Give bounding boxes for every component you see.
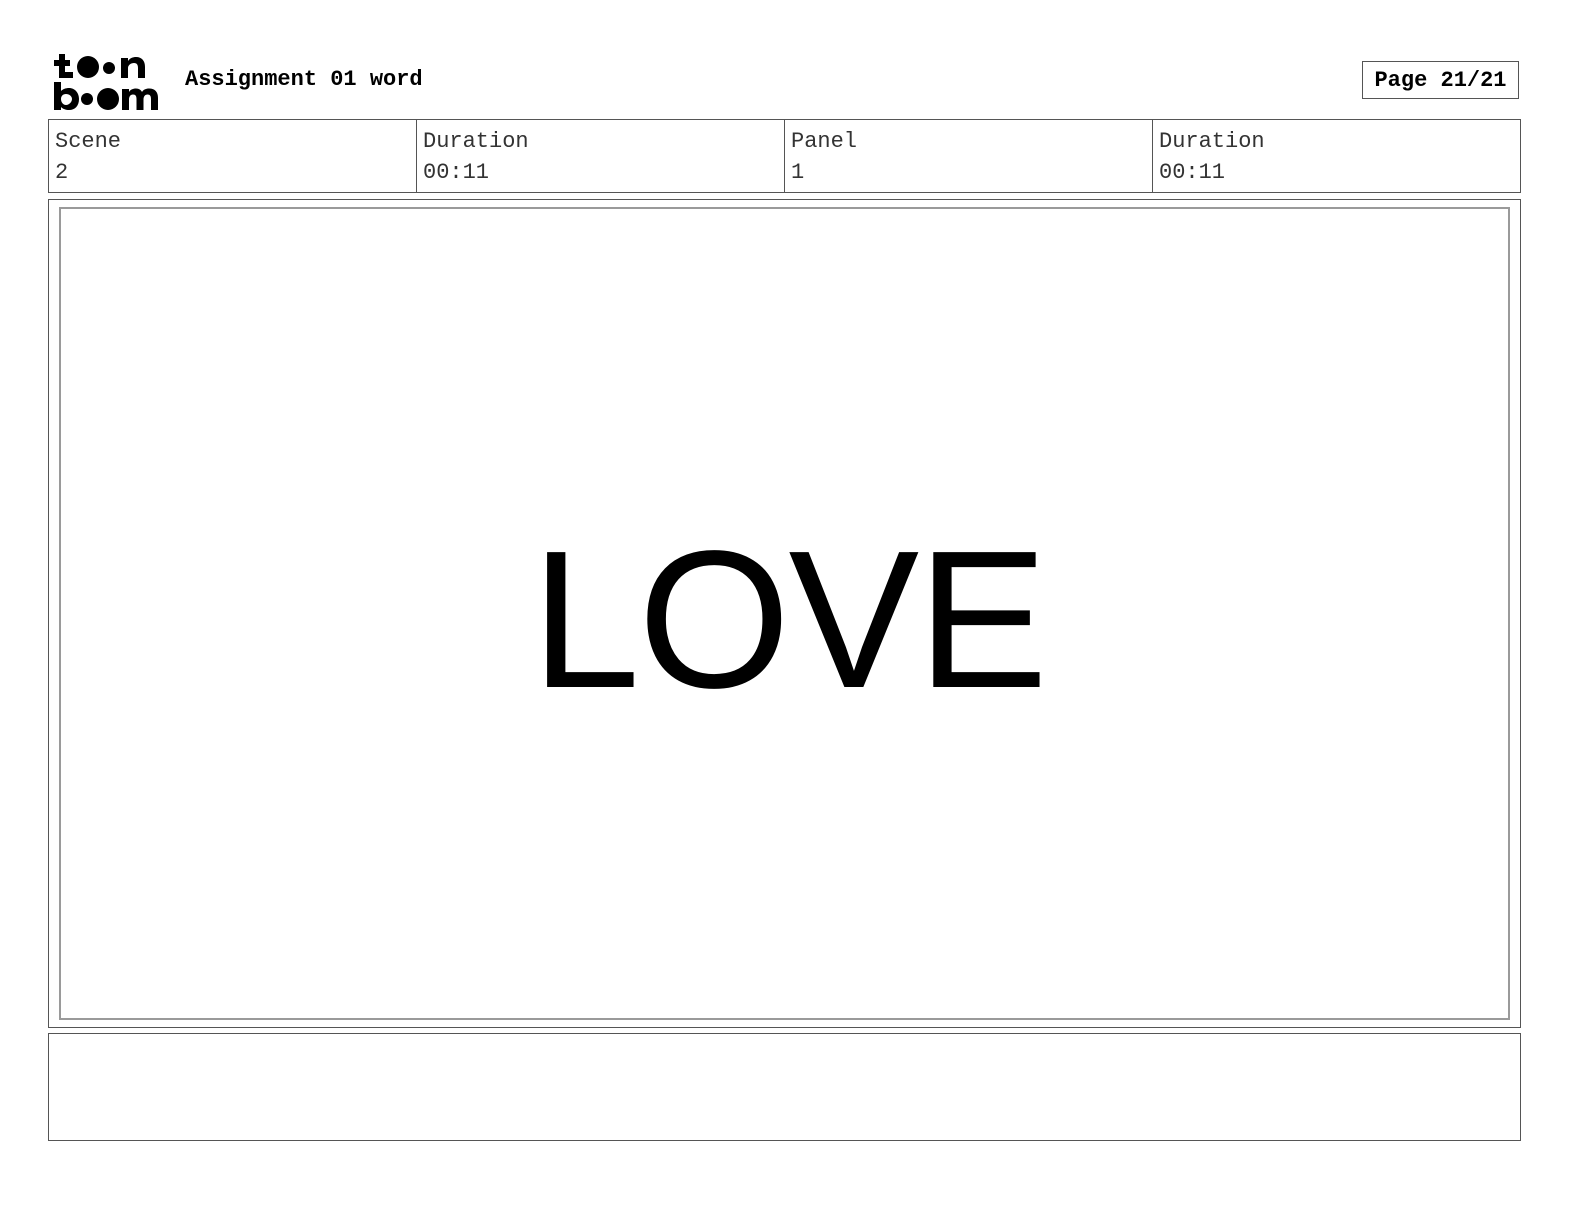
info-cell-panel: Panel 1 — [785, 120, 1153, 192]
info-cell-panel-duration: Duration 00:11 — [1153, 120, 1520, 192]
panel-frame: LOVE — [48, 199, 1521, 1028]
info-cell-scene-duration: Duration 00:11 — [417, 120, 785, 192]
panel-image-text: LOVE — [531, 509, 1048, 729]
panel-notes-area — [48, 1033, 1521, 1141]
info-label: Duration — [1159, 129, 1265, 154]
panel-image-area: LOVE — [59, 207, 1510, 1020]
info-label: Scene — [55, 129, 122, 154]
info-label: Duration — [423, 129, 529, 154]
info-cell-scene: Scene 2 — [49, 120, 417, 192]
panel-info-table: Scene 2 Duration 00:11 Panel 1 Duration … — [48, 119, 1521, 193]
info-label: Panel — [791, 129, 858, 154]
info-value: 1 — [791, 160, 805, 185]
info-value: 2 — [55, 160, 69, 185]
toon-boom-logo — [54, 54, 158, 110]
page-indicator-text: Page 21/21 — [1374, 67, 1507, 93]
project-title: Assignment 01 word — [185, 67, 423, 92]
info-value: 00:11 — [423, 160, 490, 185]
page-indicator: Page 21/21 — [1362, 61, 1519, 99]
info-value: 00:11 — [1159, 160, 1226, 185]
